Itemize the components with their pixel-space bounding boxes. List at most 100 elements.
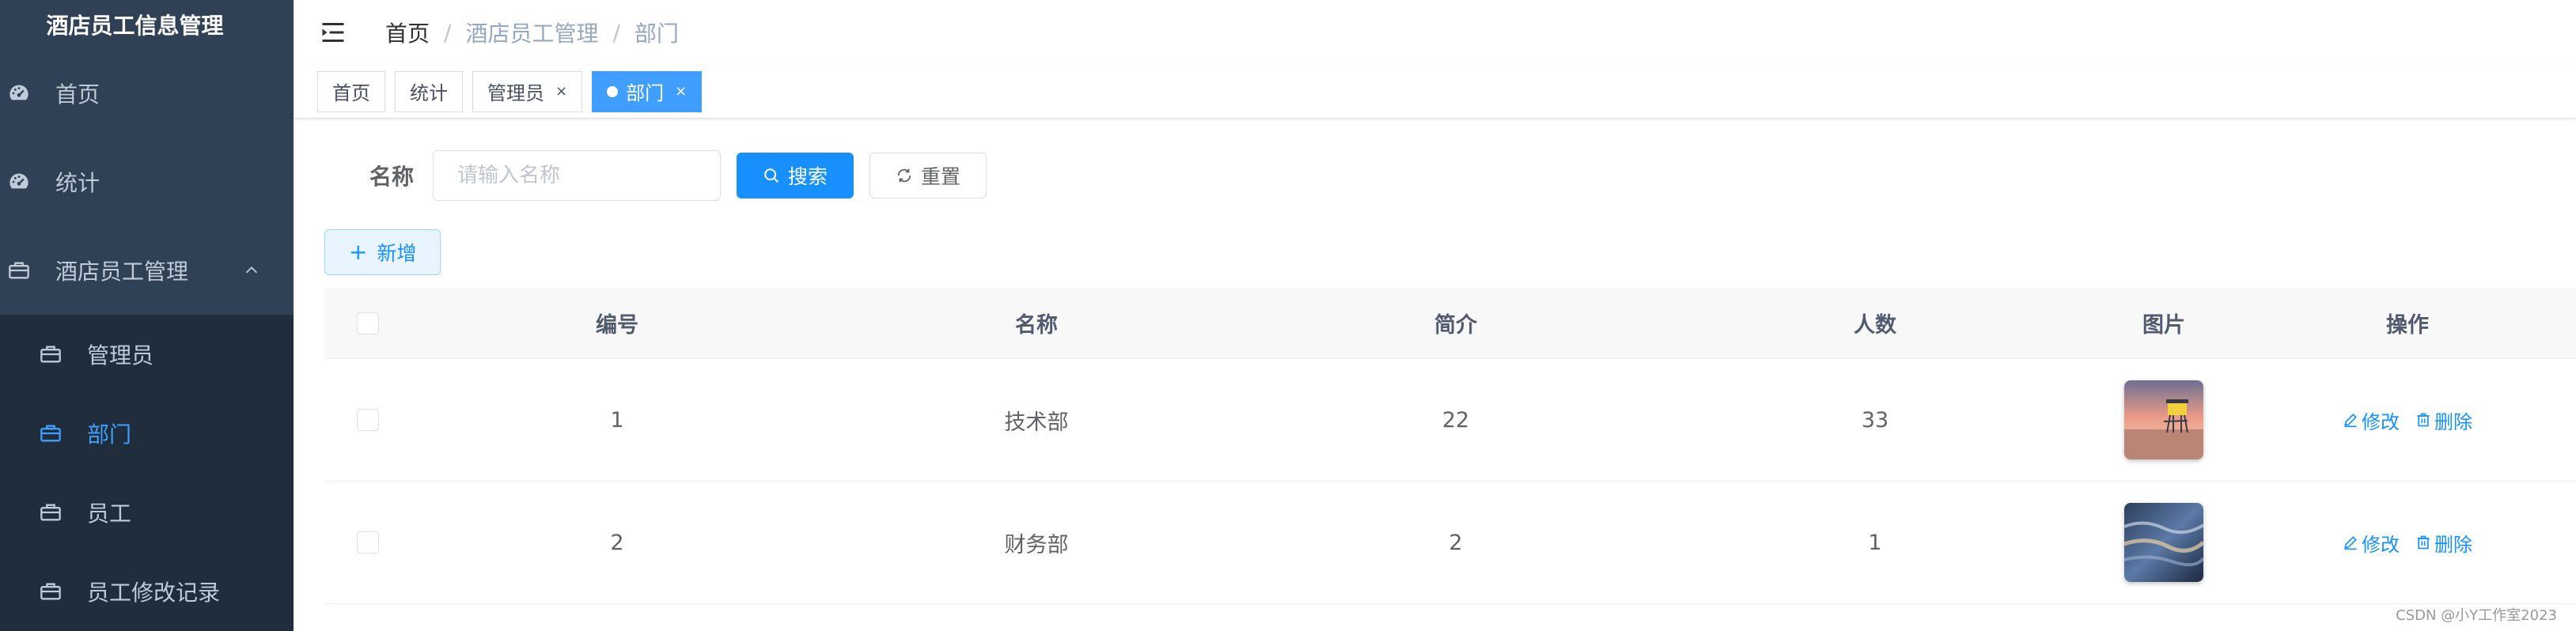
active-dot-icon — [607, 85, 619, 97]
search-form: 名称 搜索 重置 — [369, 150, 987, 201]
breadcrumb-separator: / — [444, 19, 452, 46]
watermark: CSDN @小Y工作室2023 — [2396, 607, 2557, 624]
briefcase-icon — [40, 504, 61, 521]
sidebar-item-employee[interactable]: 员工 — [0, 473, 294, 552]
sidebar-item-label: 员工 — [87, 501, 132, 527]
edit-label: 修改 — [2362, 410, 2400, 433]
delete-label: 删除 — [2434, 533, 2472, 556]
edit-icon — [2344, 414, 2357, 428]
sidebar-item-label: 部门 — [87, 421, 132, 448]
briefcase-icon — [40, 425, 61, 442]
reset-button[interactable]: 重置 — [869, 153, 987, 198]
search-label: 名称 — [369, 164, 415, 190]
sidebar-item-admin[interactable]: 管理员 — [0, 315, 294, 394]
cell-id: 2 — [610, 530, 624, 555]
dashboard-icon — [9, 85, 28, 100]
column-header-image: 图片 — [2142, 313, 2185, 338]
row-select — [324, 409, 411, 431]
close-icon[interactable]: × — [555, 83, 567, 100]
sidebar-item-hotel-staff[interactable]: 酒店员工管理 — [0, 226, 294, 315]
add-button-label: 新增 — [377, 242, 417, 265]
delete-label: 删除 — [2434, 410, 2472, 433]
sidebar-item-home[interactable]: 首页 — [0, 49, 294, 138]
menu-fold-icon[interactable] — [319, 18, 347, 47]
edit-button[interactable]: 修改 — [2343, 529, 2400, 557]
tag-label: 首页 — [332, 82, 370, 104]
select-all-checkbox[interactable] — [357, 312, 379, 334]
tag-label: 部门 — [626, 82, 665, 104]
sidebar-item-label: 员工修改记录 — [87, 580, 221, 606]
cell-name: 财务部 — [1004, 532, 1069, 557]
app-title: 酒店员工信息管理 — [46, 13, 224, 39]
sidebar-item-statistics[interactable]: 统计 — [0, 138, 294, 226]
sidebar-item-label: 统计 — [55, 170, 100, 196]
briefcase-icon — [9, 262, 29, 279]
briefcase-icon — [40, 346, 61, 363]
search-button-label: 搜索 — [788, 165, 828, 188]
cell-intro: 2 — [1449, 530, 1463, 555]
header-select-all — [324, 312, 411, 334]
row-checkbox[interactable] — [357, 409, 379, 431]
add-button[interactable]: + 新增 — [324, 229, 441, 275]
column-header-id: 编号 — [596, 313, 638, 338]
edit-icon — [2344, 536, 2357, 550]
dashboard-icon — [9, 173, 28, 189]
department-table: 编号 名称 简介 人数 图片 操作 1 技术部 22 33 修改 删除 2 财务… — [324, 288, 2576, 604]
delete-icon — [2417, 413, 2430, 427]
reset-button-label: 重置 — [921, 165, 961, 188]
delete-button[interactable]: 删除 — [2415, 529, 2472, 557]
cell-count: 1 — [1868, 530, 1882, 555]
tags-view: 首页 统计 管理员 × 部门 × — [294, 65, 2576, 119]
tag-statistics[interactable]: 统计 — [395, 70, 463, 112]
refresh-icon — [897, 168, 911, 183]
breadcrumb-hotel-staff: 酒店员工管理 — [465, 21, 599, 47]
beach-lifeguard-tower-image — [2124, 380, 2203, 459]
breadcrumb-current: 部门 — [634, 21, 679, 47]
column-header-count: 人数 — [1854, 313, 1896, 338]
table-row: 1 技术部 22 33 修改 删除 — [324, 359, 2576, 482]
submenu-hotel-staff: 管理员 部门 员工 员工修改记录 — [0, 315, 294, 631]
plus-icon: + — [349, 239, 368, 265]
cell-name: 技术部 — [1004, 410, 1069, 435]
ocean-waves-image — [2124, 503, 2203, 582]
sidebar: 酒店员工信息管理 首页 统计 酒店员工管理 管理员 部门 员工 员工修改记录 — [0, 0, 294, 631]
delete-button[interactable]: 删除 — [2415, 406, 2472, 434]
sidebar-item-department[interactable]: 部门 — [0, 394, 294, 473]
edit-label: 修改 — [2362, 533, 2400, 556]
tag-department[interactable]: 部门 × — [592, 70, 703, 112]
briefcase-icon — [40, 583, 61, 600]
sidebar-item-label: 管理员 — [87, 342, 154, 368]
tag-label: 管理员 — [487, 82, 544, 104]
sidebar-item-label: 首页 — [55, 81, 100, 108]
chevron-up-icon — [245, 266, 258, 274]
main-content: 名称 搜索 重置 + 新增 — [294, 119, 2576, 631]
delete-icon — [2417, 535, 2430, 550]
sidebar-item-employee-change-log[interactable]: 员工修改记录 — [0, 552, 294, 631]
search-button[interactable]: 搜索 — [737, 153, 854, 198]
search-icon — [764, 168, 778, 183]
row-checkbox[interactable] — [357, 531, 379, 554]
cell-image — [2089, 380, 2239, 459]
column-header-actions: 操作 — [2386, 313, 2429, 338]
search-input[interactable] — [433, 150, 722, 201]
column-header-name: 名称 — [1015, 313, 1058, 338]
table-header: 编号 名称 简介 人数 图片 操作 — [324, 288, 2576, 359]
department-image-thumbnail[interactable] — [2124, 380, 2203, 459]
cell-actions: 修改 删除 — [2239, 406, 2576, 434]
breadcrumb-home[interactable]: 首页 — [385, 17, 430, 48]
row-select — [324, 531, 411, 554]
cell-id: 1 — [610, 407, 624, 433]
cell-actions: 修改 删除 — [2239, 529, 2576, 557]
close-icon[interactable]: × — [675, 83, 687, 100]
tag-home[interactable]: 首页 — [317, 70, 385, 112]
breadcrumb-separator: / — [612, 19, 620, 46]
sidebar-item-label: 酒店员工管理 — [55, 259, 189, 285]
department-image-thumbnail[interactable] — [2124, 503, 2203, 582]
cell-count: 33 — [1861, 407, 1889, 433]
tag-admin[interactable]: 管理员 × — [472, 70, 583, 112]
edit-button[interactable]: 修改 — [2343, 406, 2400, 434]
cell-intro: 22 — [1441, 407, 1470, 433]
table-row: 2 财务部 2 1 修改 删除 — [324, 482, 2576, 604]
column-header-intro: 简介 — [1434, 313, 1477, 338]
breadcrumb: 首页 / 酒店员工管理 / 部门 — [385, 17, 679, 48]
